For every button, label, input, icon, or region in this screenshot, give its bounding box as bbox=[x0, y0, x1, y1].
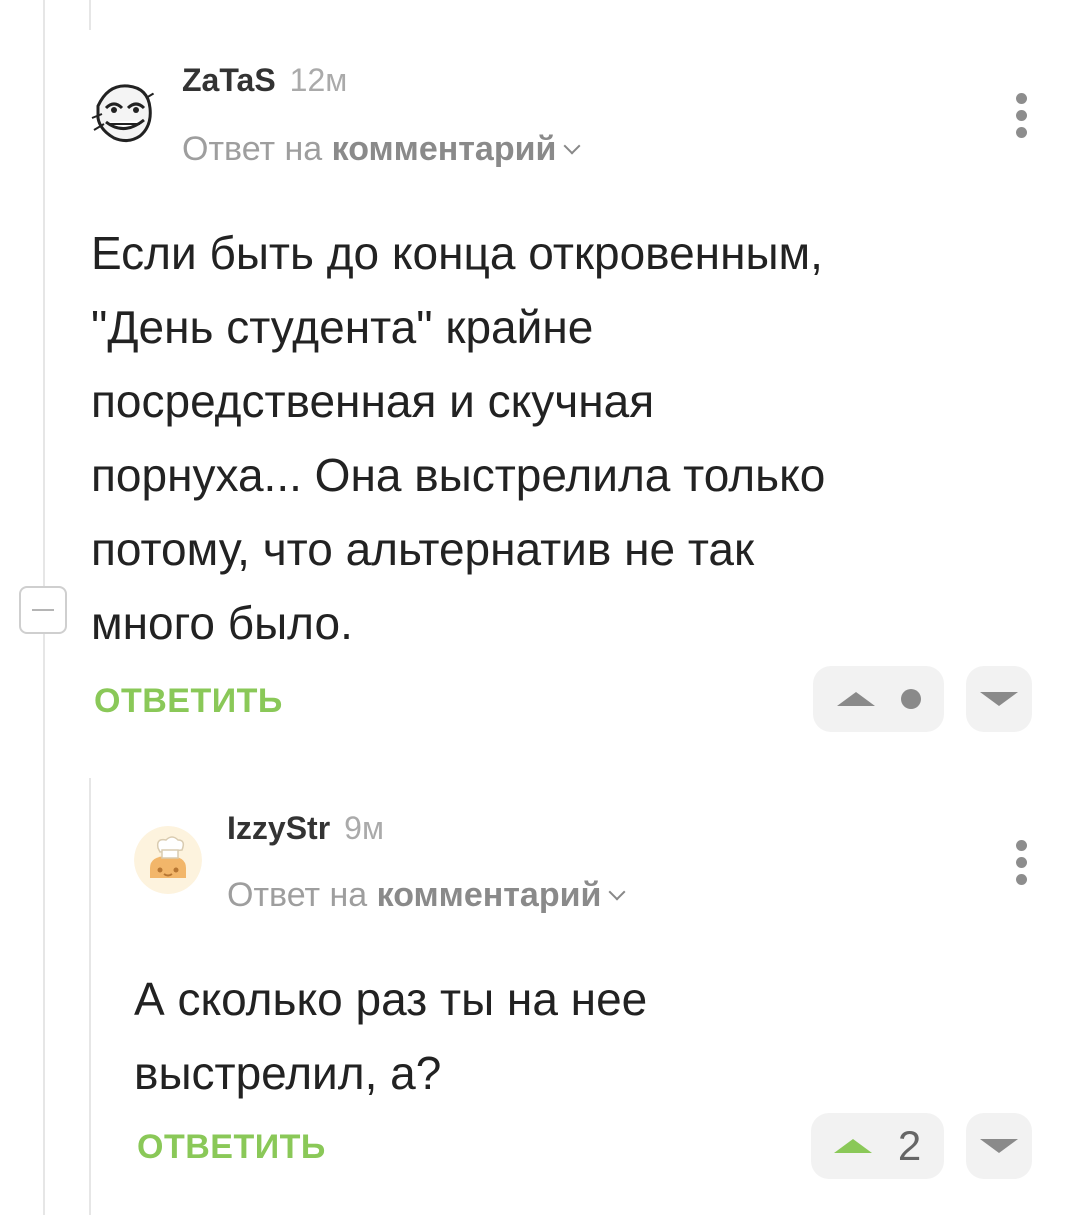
upvote-icon[interactable] bbox=[836, 692, 875, 706]
reply-button[interactable]: ОТВЕТИТЬ bbox=[94, 682, 283, 721]
comment-text: А сколько раз ты на нее выстрелил, а? bbox=[134, 962, 647, 1110]
reply-to-prefix: Ответ на bbox=[182, 130, 323, 168]
thread-line-top-stub bbox=[89, 0, 91, 30]
comment-text-line: Если быть до конца откровенным, bbox=[91, 227, 823, 279]
downvote-icon[interactable] bbox=[980, 692, 1018, 706]
reply-to-target[interactable]: комментарий bbox=[377, 876, 602, 914]
comment-text: Если быть до конца откровенным, "День ст… bbox=[91, 216, 825, 660]
comment-time: 12м bbox=[289, 62, 348, 98]
comment-text-line: порнуха... Она выстрелила только bbox=[91, 449, 826, 501]
comment-text-line: А сколько раз ты на нее bbox=[134, 973, 648, 1025]
downvote-icon[interactable] bbox=[980, 1139, 1018, 1153]
author-name[interactable]: ZaTaS bbox=[182, 62, 276, 98]
avatar-troll-face-icon bbox=[89, 79, 159, 149]
comment-text-line: много было. bbox=[91, 597, 353, 649]
rating-score: 2 bbox=[897, 1122, 922, 1169]
comment-author[interactable]: ZaTaS 12м bbox=[182, 62, 347, 99]
collapse-thread-button[interactable] bbox=[19, 586, 67, 634]
author-name[interactable]: IzzyStr bbox=[227, 810, 330, 846]
kebab-menu-icon[interactable] bbox=[1016, 840, 1030, 885]
thread-line-child bbox=[89, 778, 91, 1215]
kebab-menu-icon[interactable] bbox=[1016, 93, 1030, 138]
rating-hidden-dot bbox=[900, 689, 921, 709]
comment-text-line: посредственная и скучная bbox=[91, 375, 655, 427]
vote-up-group bbox=[813, 666, 944, 732]
avatar-chef-bread-icon bbox=[134, 826, 202, 894]
comment-text-line: "День студента" крайне bbox=[91, 301, 594, 353]
comment-text-line: потому, что альтернатив не так bbox=[91, 523, 755, 575]
chevron-down-icon[interactable] bbox=[563, 137, 581, 155]
chevron-down-icon[interactable] bbox=[608, 883, 626, 901]
comment-author[interactable]: IzzyStr 9м bbox=[227, 810, 384, 847]
comment-time: 9м bbox=[344, 810, 384, 846]
reply-button[interactable]: ОТВЕТИТЬ bbox=[137, 1128, 326, 1167]
vote-up-group: 2 bbox=[811, 1113, 944, 1179]
vote-down-group bbox=[966, 666, 1032, 732]
avatar[interactable] bbox=[88, 78, 160, 150]
reply-to-prefix: Ответ на bbox=[227, 876, 368, 914]
avatar[interactable] bbox=[134, 826, 202, 894]
comment-text-line: выстрелил, а? bbox=[134, 1047, 442, 1099]
reply-to-target[interactable]: комментарий bbox=[332, 130, 557, 168]
reply-to-line[interactable]: Ответ на комментарий bbox=[182, 130, 581, 169]
vote-down-group bbox=[966, 1113, 1032, 1179]
upvote-icon[interactable] bbox=[833, 1139, 872, 1153]
reply-to-line[interactable]: Ответ на комментарий bbox=[227, 876, 626, 915]
